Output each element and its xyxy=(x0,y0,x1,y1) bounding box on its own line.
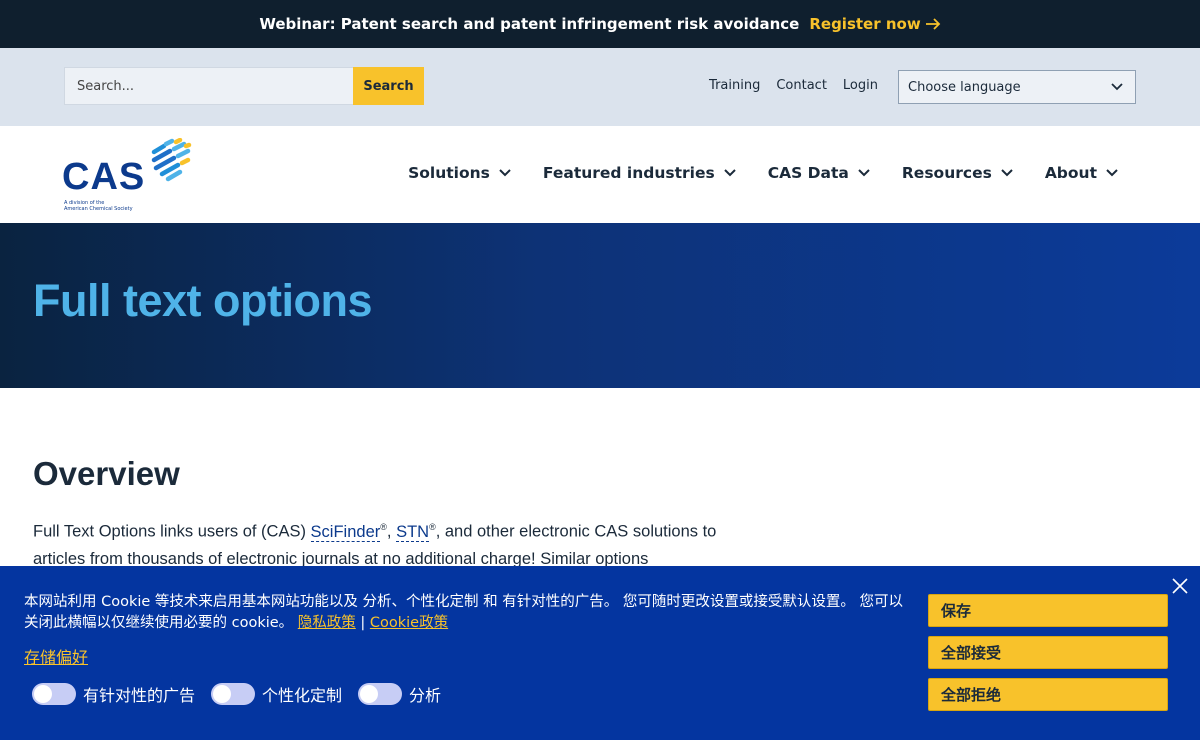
toggle-targeted-ads[interactable]: 有针对性的广告 xyxy=(32,682,195,706)
overview-heading: Overview xyxy=(33,455,180,492)
chevron-down-icon xyxy=(499,169,511,177)
logo-text: CAS xyxy=(62,156,146,198)
cookie-buttons: 保存 全部接受 全部拒绝 xyxy=(928,594,1168,711)
nav-featured-industries[interactable]: Featured industries xyxy=(543,164,736,182)
nav-about-label: About xyxy=(1044,164,1097,182)
cookie-toggles: 有针对性的广告 个性化定制 分析 xyxy=(32,682,441,706)
utility-links: Training Contact Login xyxy=(709,78,878,93)
promo-banner: Webinar: Patent search and patent infrin… xyxy=(0,0,1200,48)
privacy-policy-link[interactable]: 隐私政策 xyxy=(298,615,356,631)
cas-hexagon-mark-icon xyxy=(151,138,192,182)
nav-about[interactable]: About xyxy=(1045,164,1118,182)
stn-link[interactable]: STN xyxy=(396,522,430,542)
toggle-personalization[interactable]: 个性化定制 xyxy=(211,682,342,706)
toggle-targeted-ads-label: 有针对性的广告 xyxy=(83,686,196,705)
save-button[interactable]: 保存 xyxy=(928,594,1168,627)
reject-all-button[interactable]: 全部拒绝 xyxy=(928,678,1168,711)
chevron-down-icon xyxy=(858,169,870,177)
nav-solutions-label: Solutions xyxy=(408,164,490,182)
chevron-down-icon xyxy=(1001,169,1013,177)
page-title: Full text options xyxy=(33,275,372,326)
toggle-switch[interactable] xyxy=(211,683,256,705)
registered-mark: ® xyxy=(429,522,436,532)
link-separator: | xyxy=(360,615,366,631)
nav-resources[interactable]: Resources xyxy=(902,164,1013,182)
search-button[interactable]: Search xyxy=(353,67,424,105)
login-link[interactable]: Login xyxy=(843,78,878,93)
nav-cas-data[interactable]: CAS Data xyxy=(768,164,870,182)
registered-mark: ® xyxy=(380,522,387,532)
cas-logo[interactable]: CAS A division of the American Chemical … xyxy=(62,138,192,214)
toggle-switch[interactable] xyxy=(32,683,76,705)
accept-all-button[interactable]: 全部接受 xyxy=(928,636,1168,669)
scifinder-link[interactable]: SciFinder xyxy=(310,522,381,542)
cookie-consent-banner: 本网站利用 Cookie 等技术来启用基本网站功能以及 分析、个性化定制 和 有… xyxy=(0,566,1200,740)
main-content: Overview Full Text Options links users o… xyxy=(0,388,1200,568)
cookie-policy-link[interactable]: Cookie政策 xyxy=(370,615,448,631)
cookie-message-text: 本网站利用 Cookie 等技术来启用基本网站功能以及 分析、个性化定制 和 有… xyxy=(24,594,903,631)
toggle-analytics-label: 分析 xyxy=(409,686,442,705)
logo-subtitle: A division of the American Chemical Soci… xyxy=(64,200,133,212)
chevron-down-icon xyxy=(724,169,736,177)
toggle-personalization-label: 个性化定制 xyxy=(262,686,343,705)
nav-cas-data-label: CAS Data xyxy=(767,164,849,182)
close-icon[interactable] xyxy=(1172,578,1188,594)
arrow-right-icon xyxy=(925,18,940,30)
language-select[interactable]: Choose language xyxy=(898,70,1136,104)
search-input[interactable] xyxy=(64,67,353,105)
hero-section: Full text options xyxy=(0,223,1200,388)
toggle-switch[interactable] xyxy=(358,683,403,705)
scifinder-link-label: SciFinder xyxy=(310,522,381,541)
chevron-down-icon xyxy=(1106,169,1118,177)
overview-text-start: Full Text Options links users of (CAS) xyxy=(33,522,311,541)
search-form: Search xyxy=(64,67,424,105)
contact-link[interactable]: Contact xyxy=(776,78,827,93)
overview-comma: , xyxy=(386,522,397,541)
training-link[interactable]: Training xyxy=(709,78,760,93)
nav-menu: Solutions Featured industries CAS Data R… xyxy=(408,164,1118,182)
utility-bar: Search Training Contact Login Choose lan… xyxy=(0,48,1200,126)
language-select-label: Choose language xyxy=(908,79,1021,95)
overview-paragraph: Full Text Options links users of (CAS) S… xyxy=(33,514,773,573)
cookie-message: 本网站利用 Cookie 等技术来启用基本网站功能以及 分析、个性化定制 和 有… xyxy=(24,592,909,634)
toggle-analytics[interactable]: 分析 xyxy=(358,682,441,706)
nav-featured-industries-label: Featured industries xyxy=(542,164,715,182)
register-label: Register now xyxy=(809,15,921,33)
register-now-link[interactable]: Register now xyxy=(809,15,940,33)
stn-link-label: STN xyxy=(396,522,430,541)
chevron-down-icon xyxy=(1111,83,1123,91)
main-navigation: CAS A division of the American Chemical … xyxy=(0,126,1200,223)
banner-text: Webinar: Patent search and patent infrin… xyxy=(259,15,800,33)
logo-subtitle-line2: American Chemical Society xyxy=(64,206,133,212)
nav-solutions[interactable]: Solutions xyxy=(408,164,511,182)
nav-resources-label: Resources xyxy=(901,164,992,182)
storage-preferences-link[interactable]: 存储偏好 xyxy=(24,644,88,668)
